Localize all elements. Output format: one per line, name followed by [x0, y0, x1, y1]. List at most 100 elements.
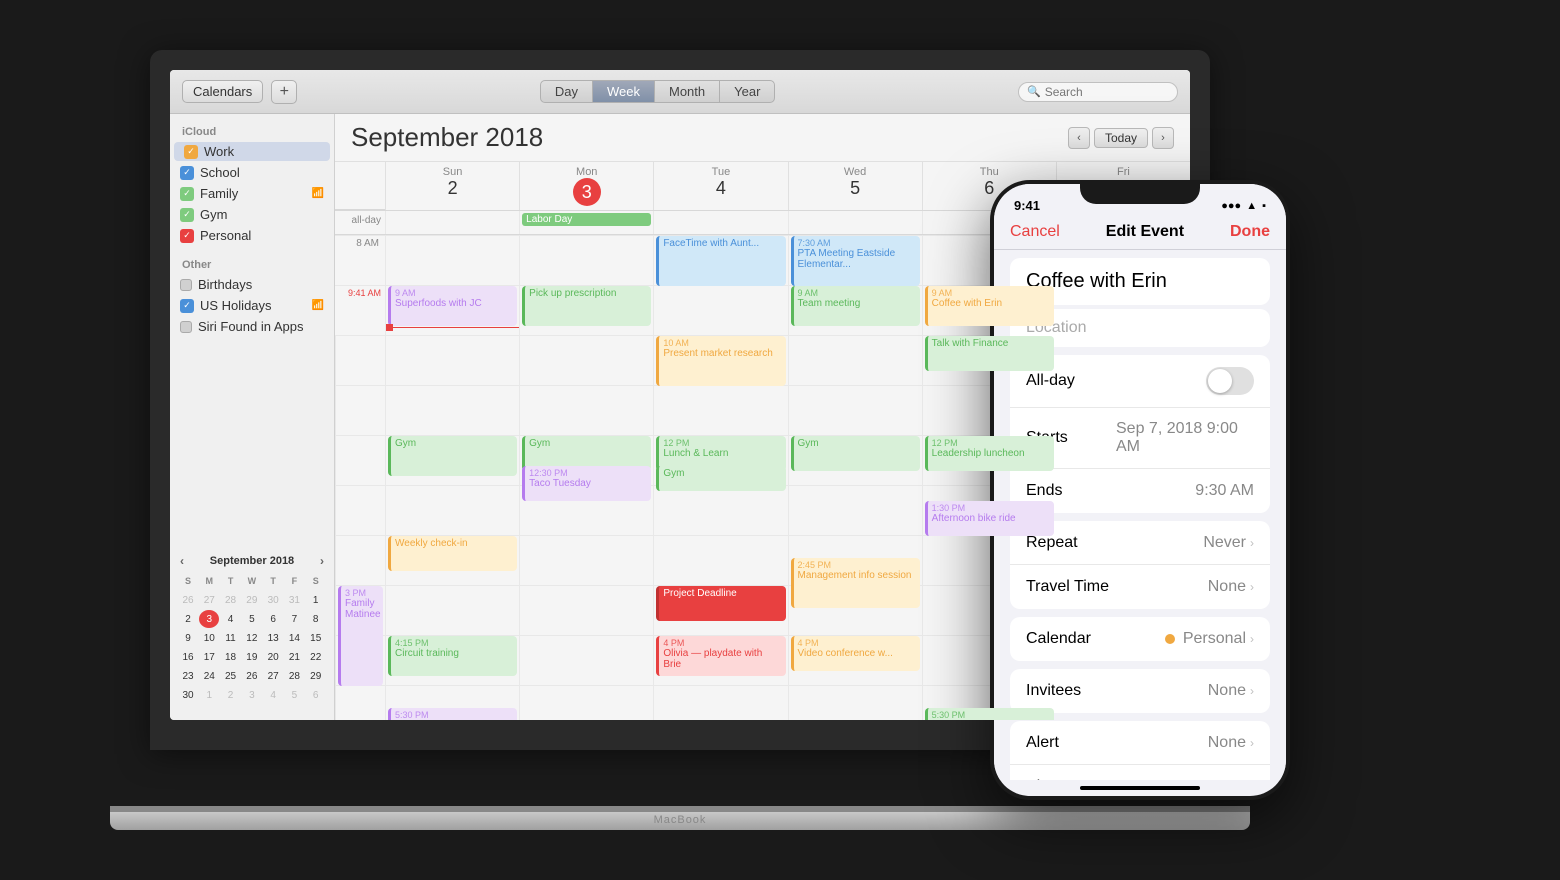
day-view-button[interactable]: Day: [541, 81, 593, 102]
present-market-event[interactable]: 10 AM Present market research: [656, 336, 785, 386]
mini-cal-day[interactable]: 19: [242, 648, 262, 666]
cell-wed-10[interactable]: 10 AM Present market research: [653, 335, 787, 385]
cell-mon-4[interactable]: 4:15 PM Circuit training: [385, 635, 519, 685]
mini-cal-day[interactable]: 6: [263, 610, 283, 628]
sidebar-item-family[interactable]: ✓ Family 📶: [170, 184, 334, 203]
cell-sun-5[interactable]: [335, 685, 385, 720]
mini-cal-today[interactable]: 3: [199, 610, 219, 628]
sidebar-item-us-holidays[interactable]: ✓ US Holidays 📶: [170, 296, 334, 315]
next-button[interactable]: ›: [1152, 127, 1174, 149]
family-night-event[interactable]: 5:30 PM Family night Great Lanes Bowling: [925, 708, 1054, 720]
mini-cal-day[interactable]: 14: [284, 629, 304, 647]
invitees-field[interactable]: Invitees None ›: [1010, 669, 1270, 713]
sidebar-item-school[interactable]: ✓ School: [170, 163, 334, 182]
mini-cal-day[interactable]: 5: [242, 610, 262, 628]
gym-wed-event[interactable]: Gym: [656, 466, 785, 491]
cell-wed-1[interactable]: [653, 485, 787, 535]
cell-sun-3[interactable]: 3 PM Family Matinee: [335, 585, 385, 635]
alert-field[interactable]: Alert None ›: [1010, 721, 1270, 765]
done-button[interactable]: Done: [1230, 223, 1270, 241]
cell-mon-3[interactable]: [385, 585, 519, 635]
calendar-field[interactable]: Calendar Personal ›: [1010, 617, 1270, 661]
cell-wed-2[interactable]: [653, 535, 787, 585]
labor-day-event[interactable]: Labor Day: [522, 213, 651, 226]
cell-thu-4[interactable]: 4 PM Video conference w...: [788, 635, 922, 685]
mini-cal-day[interactable]: 20: [263, 648, 283, 666]
mini-cal-day[interactable]: 10: [199, 629, 219, 647]
cell-sun-noon[interactable]: [335, 435, 385, 485]
year-view-button[interactable]: Year: [720, 81, 774, 102]
mini-cal-day[interactable]: 9: [178, 629, 198, 647]
sidebar-item-personal[interactable]: ✓ Personal: [170, 226, 334, 245]
mini-cal-day[interactable]: 2: [221, 686, 241, 704]
gym-mon-event[interactable]: Gym: [388, 436, 517, 476]
mini-cal-prev[interactable]: ‹: [180, 554, 184, 568]
mini-cal-day[interactable]: 30: [263, 591, 283, 609]
week-view-button[interactable]: Week: [593, 81, 655, 102]
cell-mon-noon[interactable]: Gym: [385, 435, 519, 485]
search-box[interactable]: 🔍: [1018, 82, 1178, 102]
cell-thu-2[interactable]: 2:45 PM Management info session: [788, 535, 922, 585]
bike-ride-event[interactable]: 1:30 PM Afternoon bike ride: [925, 501, 1054, 536]
mini-cal-day[interactable]: 13: [263, 629, 283, 647]
mini-cal-day[interactable]: 1: [306, 591, 326, 609]
project-deadline-event[interactable]: Project Deadline: [656, 586, 785, 621]
mini-cal-next[interactable]: ›: [320, 554, 324, 568]
cell-tue-8[interactable]: FaceTime with Aunt...: [653, 235, 787, 285]
mini-cal-day[interactable]: 22: [306, 648, 326, 666]
cell-tue-10[interactable]: [519, 335, 653, 385]
cell-mon-10[interactable]: [385, 335, 519, 385]
cell-wed-8[interactable]: 7:30 AM PTA Meeting Eastside Elementar..…: [788, 235, 922, 285]
cell-wed-11[interactable]: [653, 385, 787, 435]
mini-cal-day[interactable]: 7: [284, 610, 304, 628]
mini-cal-day[interactable]: 27: [199, 591, 219, 609]
mini-cal-day[interactable]: 29: [242, 591, 262, 609]
cell-mon-9[interactable]: Pick up prescription: [519, 285, 653, 335]
cell-mon-11[interactable]: [385, 385, 519, 435]
cell-tue-4[interactable]: [519, 635, 653, 685]
mini-cal-day[interactable]: 4: [221, 610, 241, 628]
cell-thu-noon[interactable]: Gym: [788, 435, 922, 485]
cell-mon-5[interactable]: 5:30 PM Olivia — parent/ teacher confere…: [385, 685, 519, 720]
mini-cal-day[interactable]: 4: [263, 686, 283, 704]
mini-cal-day[interactable]: 23: [178, 667, 198, 685]
today-button[interactable]: Today: [1094, 128, 1148, 148]
cell-wed-3[interactable]: Project Deadline: [653, 585, 787, 635]
mini-cal-day[interactable]: 17: [199, 648, 219, 666]
facetime-event[interactable]: FaceTime with Aunt...: [656, 236, 785, 286]
cell-sun-1[interactable]: [335, 485, 385, 535]
mini-cal-day[interactable]: 24: [199, 667, 219, 685]
mini-cal-day[interactable]: 31: [284, 591, 304, 609]
mini-cal-day[interactable]: 18: [221, 648, 241, 666]
mini-cal-day[interactable]: 21: [284, 648, 304, 666]
cell-wed-4[interactable]: 4 PM Olivia — playdate with Brie: [653, 635, 787, 685]
video-conf-event[interactable]: 4 PM Video conference w...: [791, 636, 920, 671]
mini-cal-day[interactable]: 27: [263, 667, 283, 685]
mini-cal-day[interactable]: 3: [242, 686, 262, 704]
cell-tue-2[interactable]: [519, 535, 653, 585]
cell-mon-2[interactable]: Weekly check-in: [385, 535, 519, 585]
cell-tue-noon[interactable]: Gym 12:30 PM Taco Tuesday: [519, 435, 653, 485]
olivia-conf-event[interactable]: 5:30 PM Olivia — parent/ teacher confere…: [388, 708, 517, 720]
weekly-checkin-event[interactable]: Weekly check-in: [388, 536, 517, 571]
all-day-toggle[interactable]: [1206, 367, 1254, 395]
cell-thu-10[interactable]: [788, 335, 922, 385]
sidebar-item-gym[interactable]: ✓ Gym: [170, 205, 334, 224]
gym-thu-event[interactable]: Gym: [791, 436, 920, 471]
mini-cal-day[interactable]: 8: [306, 610, 326, 628]
cell-sun-11[interactable]: [335, 385, 385, 435]
mini-cal-day[interactable]: 29: [306, 667, 326, 685]
mini-cal-day[interactable]: 5: [284, 686, 304, 704]
cell-tue-3[interactable]: [519, 585, 653, 635]
mini-cal-day[interactable]: 15: [306, 629, 326, 647]
mgmt-session-event[interactable]: 2:45 PM Management info session: [791, 558, 920, 608]
cell-wed-9[interactable]: 9 AM Team meeting: [788, 285, 922, 335]
search-input[interactable]: [1045, 85, 1165, 99]
mini-cal-day[interactable]: 26: [242, 667, 262, 685]
cancel-button[interactable]: Cancel: [1010, 223, 1060, 241]
cell-mon-8[interactable]: [519, 235, 653, 285]
pickup-event[interactable]: Pick up prescription: [522, 286, 651, 326]
cell-thu-11[interactable]: [788, 385, 922, 435]
team-meeting-event[interactable]: 9 AM Team meeting: [791, 286, 920, 326]
mini-cal-day[interactable]: 26: [178, 591, 198, 609]
